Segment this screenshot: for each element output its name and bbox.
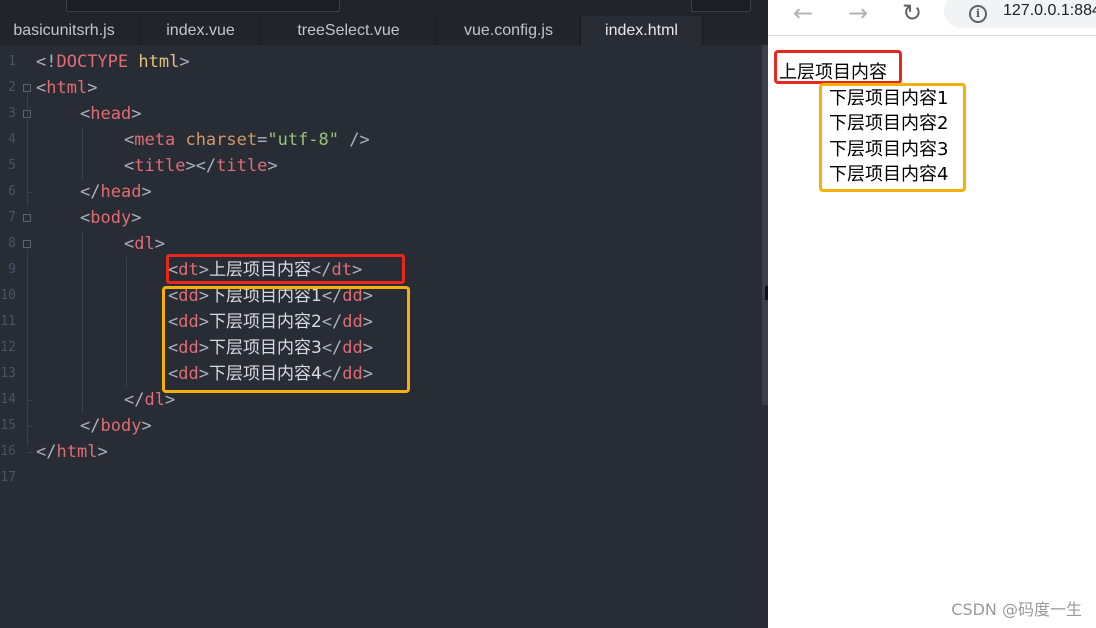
line-number: 17 — [0, 470, 16, 485]
fold-end-marker — [27, 426, 33, 427]
line-number: 11 — [0, 314, 16, 329]
tag-name: dl — [144, 390, 165, 410]
dd-highlight-box — [162, 286, 410, 393]
address-bar[interactable]: i 127.0.0.1:884 — [944, 0, 1096, 28]
line-number: 9 — [8, 262, 16, 277]
code-editor: basicunitsrh.js index.vue treeSelect.vue… — [0, 0, 768, 628]
fold-guide — [27, 249, 28, 445]
doctype-keyword: DOCTYPE — [56, 52, 129, 72]
csdn-watermark: CSDN @码度一生 — [951, 600, 1082, 619]
url-text[interactable]: 127.0.0.1:884 — [1003, 2, 1096, 20]
line-number: 7 — [8, 210, 16, 225]
tag-name: meta — [134, 130, 176, 150]
line-number: 13 — [0, 366, 16, 381]
line-number: 2 — [8, 80, 16, 95]
fold-end-marker — [27, 452, 33, 453]
line-number: 6 — [8, 184, 16, 199]
doctype-attr: html — [138, 52, 180, 72]
line-number: 3 — [8, 106, 16, 121]
line-number: 8 — [8, 236, 16, 251]
line-number: 4 — [8, 132, 16, 147]
tab-vue-config-js[interactable]: vue.config.js — [437, 16, 581, 45]
tab-basicunitsrh-js[interactable]: basicunitsrh.js — [0, 16, 141, 45]
tab-index-html[interactable]: index.html — [581, 16, 703, 45]
code-line-3: <head> — [80, 104, 142, 124]
code-line-5: <title></title> — [124, 156, 278, 176]
editor-top-input[interactable] — [66, 0, 340, 12]
editor-top-button[interactable] — [691, 0, 751, 12]
tag-name: body — [90, 208, 132, 228]
code-line-4: <meta charset="utf-8" /> — [124, 130, 370, 150]
line-number: 10 — [0, 288, 16, 303]
tag-name: title — [134, 156, 186, 176]
back-arrow-icon[interactable]: ← — [788, 0, 818, 28]
code-line-15: </body> — [80, 416, 152, 436]
attr-name: charset — [185, 130, 258, 150]
attr-value: "utf-8" — [267, 130, 340, 150]
fold-toggle-icon[interactable] — [23, 84, 31, 92]
tag-name: head — [100, 182, 142, 202]
tab-index-vue[interactable]: index.vue — [141, 16, 261, 45]
tag-name: title — [216, 156, 268, 176]
reload-icon[interactable]: ↻ — [897, 0, 927, 28]
line-number: 14 — [0, 392, 16, 407]
tab-treeselect-vue[interactable]: treeSelect.vue — [261, 16, 437, 45]
fold-toggle-icon[interactable] — [23, 240, 31, 248]
editor-top-strip — [0, 0, 768, 16]
line-number: 1 — [8, 54, 16, 69]
browser-dd-highlight-box — [819, 83, 966, 192]
line-number: 12 — [0, 340, 16, 355]
line-number: 15 — [0, 418, 16, 433]
editor-tab-bar: basicunitsrh.js index.vue treeSelect.vue… — [0, 16, 768, 45]
tag-name: body — [100, 416, 142, 436]
indent-guide — [82, 231, 83, 413]
browser-dt-highlight-box — [774, 50, 902, 84]
tag-name: head — [90, 104, 132, 124]
line-number: 16 — [0, 444, 16, 459]
browser-toolbar: ← → ↻ i 127.0.0.1:884 — [768, 0, 1096, 36]
forward-arrow-icon[interactable]: → — [843, 0, 873, 28]
indent-guide — [82, 127, 83, 179]
fold-guide — [27, 93, 28, 205]
tag-name: dl — [134, 234, 155, 254]
code-line-6: </head> — [80, 182, 152, 202]
code-line-1: <!DOCTYPE html> — [36, 52, 190, 72]
code-line-2: <html> — [36, 78, 98, 98]
fold-end-marker — [27, 400, 33, 401]
line-number: 5 — [8, 158, 16, 173]
fold-end-marker — [27, 192, 33, 193]
info-icon[interactable]: i — [969, 5, 987, 23]
dt-highlight-box — [166, 254, 405, 284]
tag-name: html — [56, 442, 98, 462]
code-line-16: </html> — [36, 442, 108, 462]
tag-name: html — [46, 78, 88, 98]
code-line-8: <dl> — [124, 234, 165, 254]
code-line-7: <body> — [80, 208, 142, 228]
indent-guide — [126, 257, 127, 387]
fold-toggle-icon[interactable] — [23, 214, 31, 222]
